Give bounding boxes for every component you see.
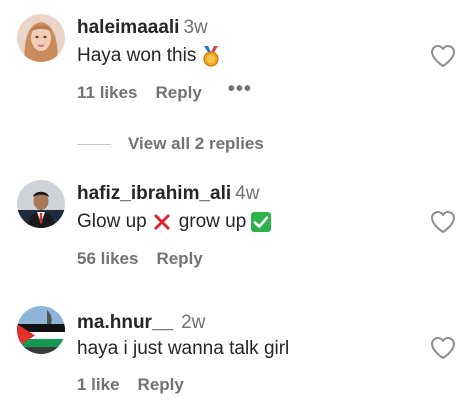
medal-emoji xyxy=(200,45,222,67)
divider xyxy=(77,143,111,145)
avatar[interactable] xyxy=(17,306,65,354)
heart-outline-icon[interactable] xyxy=(430,336,456,360)
reply-button[interactable]: Reply xyxy=(156,248,202,270)
comment-text: Glow up grow up xyxy=(77,210,272,234)
comment-actions: 1 like Reply xyxy=(77,374,184,396)
comment-text-content: Haya won this xyxy=(77,45,197,66)
likes-count[interactable]: 1 like xyxy=(77,374,120,396)
comment-header: hafiz_ibrahim_ali 4w xyxy=(77,182,259,206)
reply-button[interactable]: Reply xyxy=(156,82,202,104)
comment-header: ma.hnur__ 2w xyxy=(77,311,205,335)
check-mark-emoji xyxy=(250,211,272,233)
timestamp: 4w xyxy=(235,183,260,204)
comment-item: ma.hnur__ 2w haya i just wanna talk girl … xyxy=(0,296,468,403)
more-options-icon[interactable]: ••• xyxy=(228,79,252,104)
heart-outline-icon[interactable] xyxy=(430,210,456,234)
cross-mark-emoji xyxy=(151,211,173,233)
comment-text-part: grow up xyxy=(178,211,247,232)
likes-count[interactable]: 56 likes xyxy=(77,248,138,270)
comment-item: haleimaaali 3w Haya won this 11 likes Rep… xyxy=(0,0,468,115)
username[interactable]: hafiz_ibrahim_ali xyxy=(77,183,231,204)
comment-actions: 56 likes Reply xyxy=(77,248,203,270)
comment-text-content: haya i just wanna talk girl xyxy=(77,338,290,359)
comment-text: haya i just wanna talk girl xyxy=(77,337,289,361)
avatar[interactable] xyxy=(17,180,65,228)
heart-outline-icon[interactable] xyxy=(430,44,456,68)
avatar[interactable] xyxy=(17,14,65,62)
username[interactable]: haleimaaali xyxy=(77,17,179,38)
likes-count[interactable]: 11 likes xyxy=(77,82,138,104)
timestamp: 3w xyxy=(183,17,208,38)
comment-text-part: Glow up xyxy=(77,211,147,232)
comment-item: hafiz_ibrahim_ali 4w Glow up grow up 56 l… xyxy=(0,170,468,280)
view-replies-label[interactable]: View all 2 replies xyxy=(128,133,264,155)
comment-text: Haya won this xyxy=(77,44,222,68)
timestamp: 2w xyxy=(181,312,206,333)
reply-button[interactable]: Reply xyxy=(138,374,184,396)
comment-actions: 11 likes Reply ••• xyxy=(77,79,252,104)
view-replies-button[interactable]: View all 2 replies xyxy=(77,133,264,155)
comment-header: haleimaaali 3w xyxy=(77,16,208,40)
username[interactable]: ma.hnur__ xyxy=(77,312,173,333)
